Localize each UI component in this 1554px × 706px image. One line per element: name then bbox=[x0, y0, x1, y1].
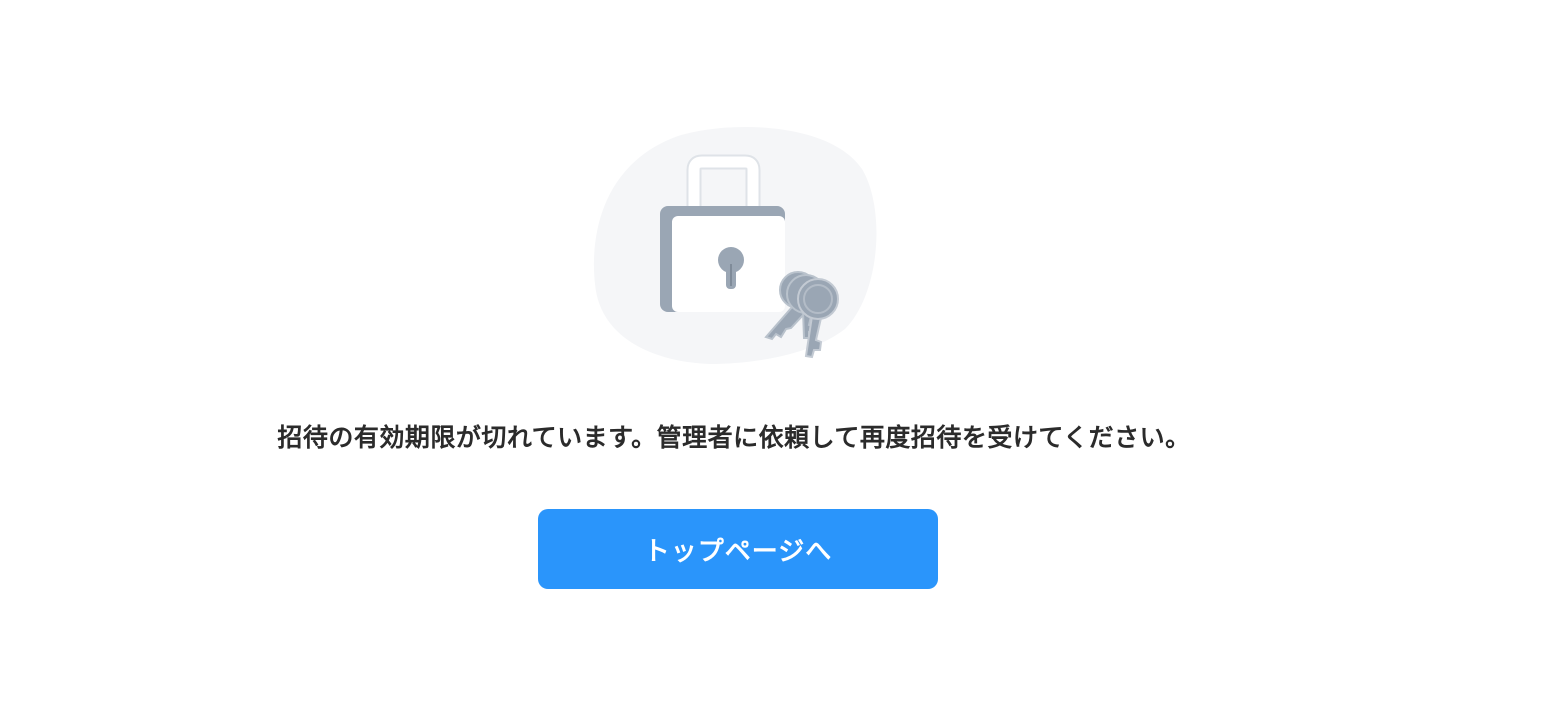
top-page-button[interactable]: トップページへ bbox=[538, 509, 938, 589]
expired-invitation-page: 招待の有効期限が切れています。管理者に依頼して再度招待を受けてください。 トップ… bbox=[0, 0, 1554, 706]
lock-with-keys-icon bbox=[590, 124, 880, 369]
expired-message: 招待の有効期限が切れています。管理者に依頼して再度招待を受けてください。 bbox=[277, 423, 1191, 452]
